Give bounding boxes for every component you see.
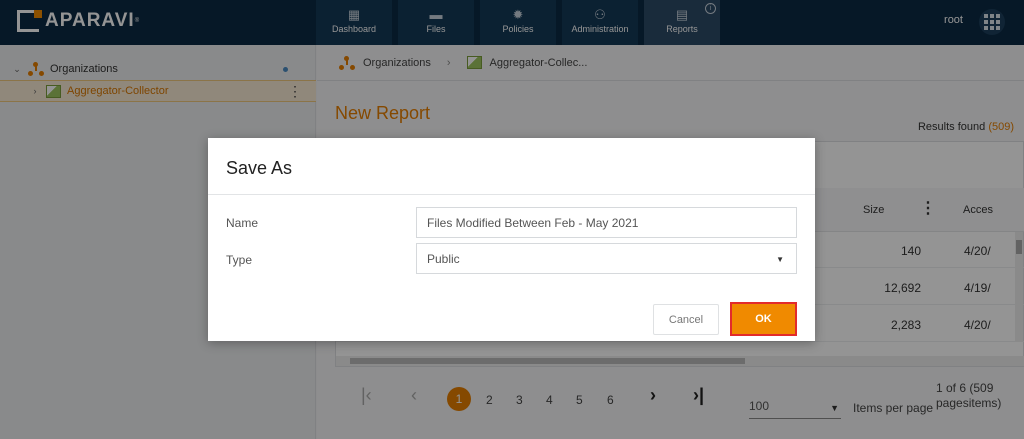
dialog-divider <box>208 194 815 195</box>
name-label: Name <box>226 216 259 230</box>
ok-button[interactable]: OK <box>730 302 797 336</box>
dropdown-arrow-icon: ▼ <box>776 255 784 264</box>
name-field[interactable]: Files Modified Between Feb - May 2021 <box>416 207 797 238</box>
type-select-value: Public <box>427 252 460 266</box>
type-select[interactable]: Public ▼ <box>416 243 797 274</box>
name-field-value: Files Modified Between Feb - May 2021 <box>427 216 639 230</box>
dialog-title: Save As <box>226 158 293 178</box>
cancel-button[interactable]: Cancel <box>653 304 719 335</box>
save-as-dialog: Save As Name Files Modified Between Feb … <box>208 138 815 341</box>
type-label: Type <box>226 253 253 267</box>
